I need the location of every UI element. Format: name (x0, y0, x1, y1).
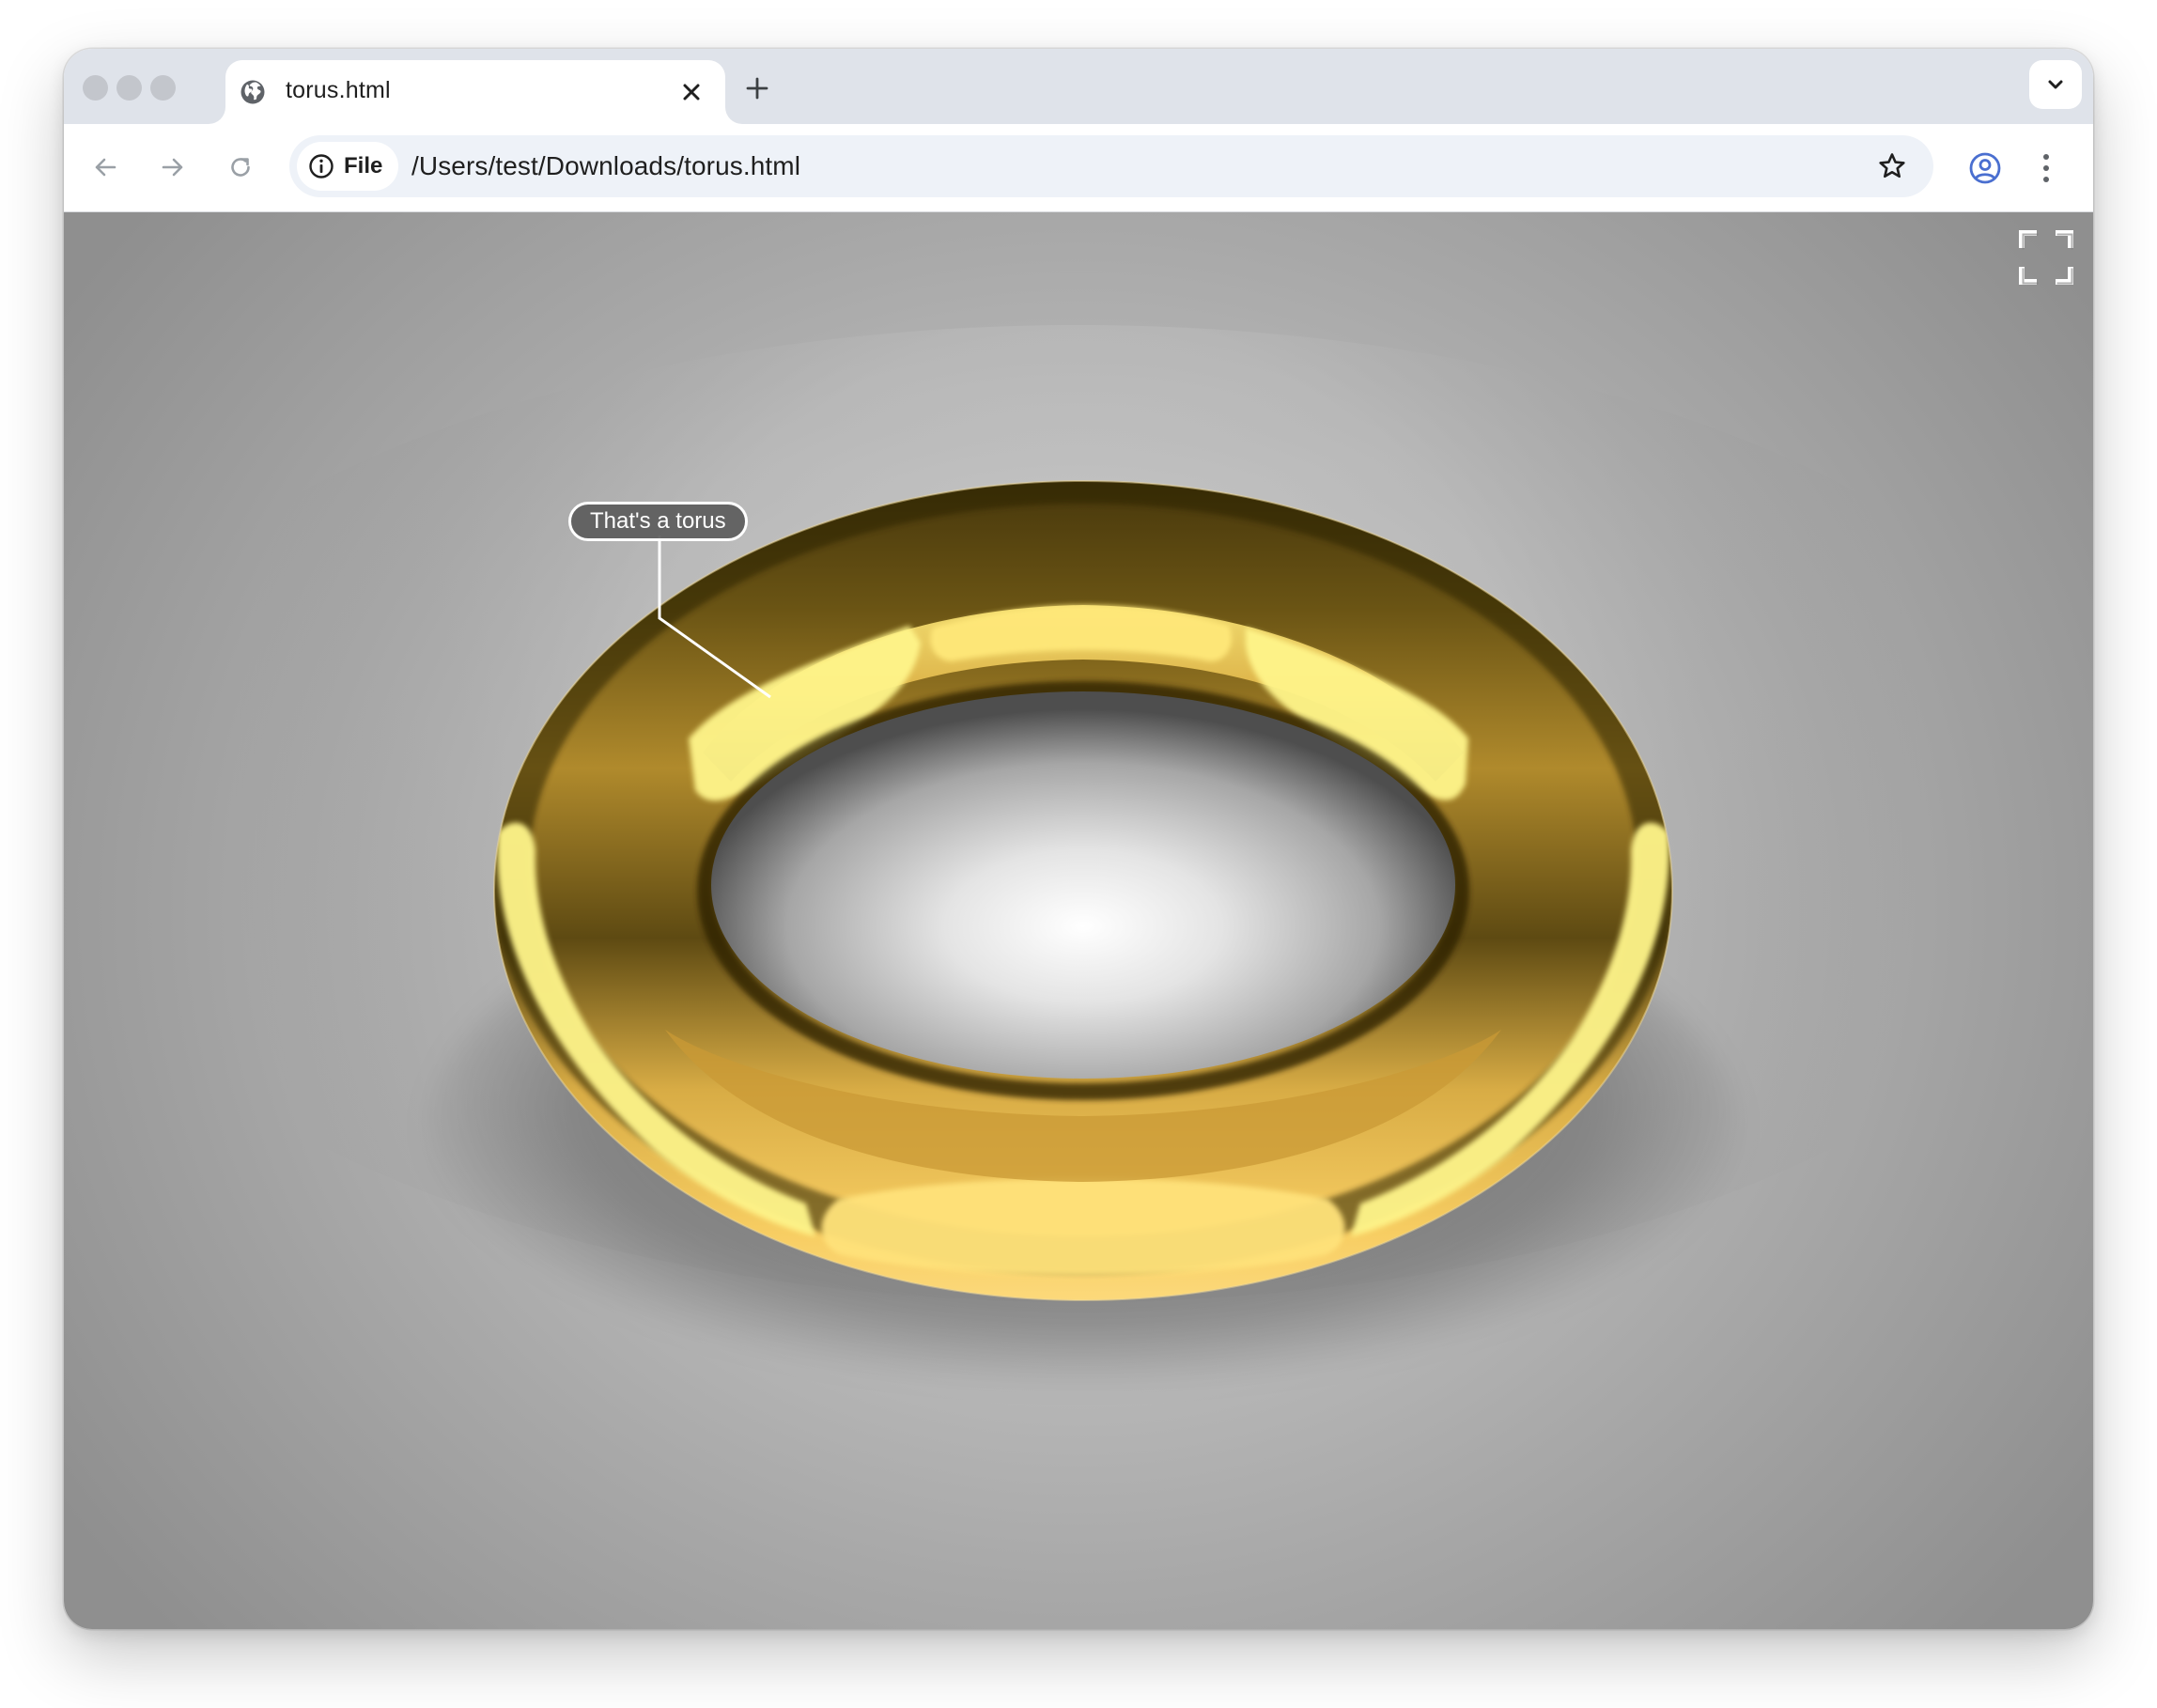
star-icon[interactable] (1871, 146, 1913, 187)
arrow-left-icon[interactable] (83, 145, 128, 190)
tab-strip: torus.html (64, 49, 2093, 124)
model-viewer[interactable]: That's a torus (64, 212, 2093, 1629)
reload-icon[interactable] (218, 145, 263, 190)
close-icon[interactable] (675, 75, 708, 109)
toolbar: File /Users/test/Downloads/torus.html (64, 124, 2093, 212)
url-text[interactable]: /Users/test/Downloads/torus.html (411, 151, 800, 181)
tab-torus[interactable]: torus.html (225, 60, 725, 124)
maximize-window-button[interactable] (150, 75, 176, 101)
annotation-hotspot[interactable]: That's a torus (568, 502, 748, 541)
fullscreen-icon[interactable] (2018, 229, 2074, 286)
profile-icon[interactable] (1962, 145, 2009, 192)
site-info-label: File (344, 153, 383, 179)
tab-title: torus.html (286, 77, 391, 103)
plus-icon[interactable] (738, 70, 776, 107)
more-vertical-icon[interactable] (2029, 145, 2063, 192)
chevron-down-icon[interactable] (2029, 60, 2082, 109)
site-info-chip[interactable]: File (297, 142, 398, 191)
browser-window: torus.html File /Users/test/Downloads/to… (64, 49, 2093, 1629)
globe-icon (239, 78, 267, 106)
minimize-window-button[interactable] (116, 75, 142, 101)
close-window-button[interactable] (83, 75, 108, 101)
arrow-right-icon[interactable] (150, 145, 195, 190)
torus-scene[interactable] (64, 212, 2093, 1629)
address-bar[interactable]: File /Users/test/Downloads/torus.html (289, 135, 1933, 197)
info-icon (308, 153, 334, 179)
